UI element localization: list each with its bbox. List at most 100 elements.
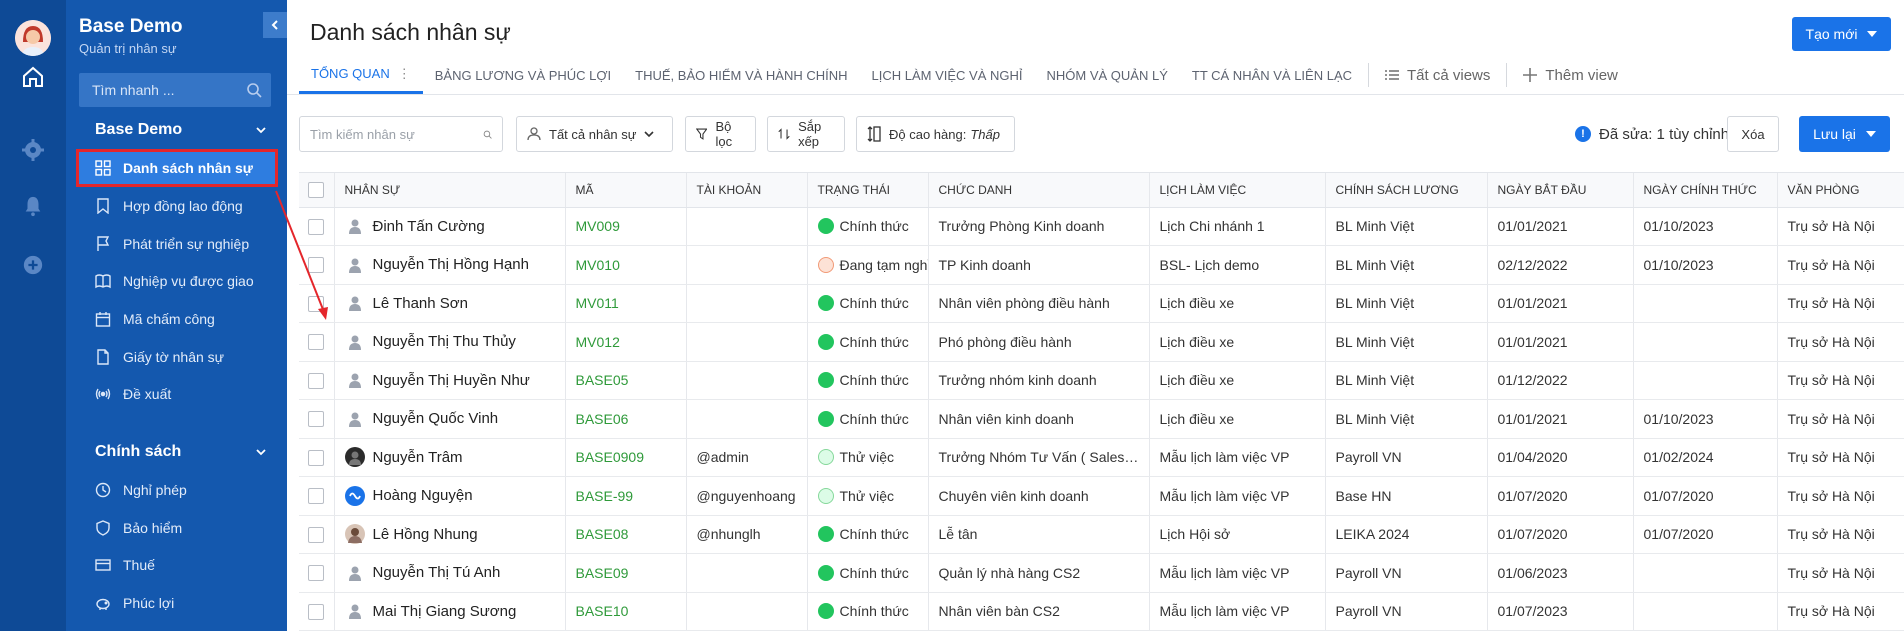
add-circle-icon[interactable] xyxy=(20,252,46,278)
row-height-button[interactable]: Độ cao hàng: Thấp xyxy=(856,116,1015,152)
sidebar-search[interactable]: Tìm nhanh ... xyxy=(79,73,271,107)
row-checkbox[interactable] xyxy=(299,476,335,516)
tab-group-manager[interactable]: NHÓM VÀ QUẢN LÝ xyxy=(1035,56,1180,94)
row-checkbox[interactable] xyxy=(299,553,335,593)
cell-employee[interactable]: Nguyễn Trâm xyxy=(334,438,566,477)
employee-name[interactable]: Nguyễn Thị Thu Thủy xyxy=(373,333,516,350)
cell-office: Trụ sở Hà Nội xyxy=(1777,553,1904,593)
sidebar-item-career[interactable]: Phát triển sự nghiệp xyxy=(79,228,275,260)
tab-schedule[interactable]: LỊCH LÀM VIỆC VÀ NGHỈ xyxy=(860,56,1035,94)
more-vertical-icon[interactable]: ⋮ xyxy=(398,66,411,82)
column-header[interactable]: Mã xyxy=(565,173,687,208)
tab-tax-insurance[interactable]: THUẾ, BẢO HIỂM VÀ HÀNH CHÍNH xyxy=(623,56,859,94)
home-icon[interactable] xyxy=(20,64,46,90)
sidebar-item-employee-list[interactable]: Danh sách nhân sự xyxy=(76,149,278,187)
sidebar-item-leave[interactable]: Nghỉ phép xyxy=(79,474,275,506)
group-base-demo[interactable]: Base Demo xyxy=(95,121,182,139)
row-checkbox[interactable] xyxy=(299,284,335,323)
employee-name[interactable]: Nguyễn Thị Hồng Hạnh xyxy=(373,256,530,273)
cell-employee[interactable]: Nguyễn Thị Hồng Hạnh xyxy=(334,245,566,285)
chevron-down-icon[interactable] xyxy=(255,445,267,463)
row-checkbox[interactable] xyxy=(299,592,335,631)
row-checkbox[interactable] xyxy=(299,322,335,362)
table-row[interactable]: Nguyễn Thị Huyền Như BASE05 Chính thức T… xyxy=(299,361,1904,400)
sidebar-item-timekeeping-code[interactable]: Mã chấm công xyxy=(79,303,275,335)
employee-name[interactable]: Nguyễn Thị Tú Anh xyxy=(373,564,501,581)
sidebar-item-tax[interactable]: Thuế xyxy=(79,549,275,581)
create-new-button[interactable]: Tạo mới xyxy=(1792,17,1891,51)
sidebar-item-insurance[interactable]: Bảo hiểm xyxy=(79,512,275,544)
sidebar-item-assigned-tasks[interactable]: Nghiệp vụ được giao xyxy=(79,265,275,297)
cell-employee[interactable]: Nguyễn Thị Thu Thủy xyxy=(334,322,566,362)
sidebar-item-labor-contract[interactable]: Hợp đồng lao động xyxy=(79,190,275,222)
sidebar-item-proposal[interactable]: Đề xuất xyxy=(79,378,275,410)
table-row[interactable]: Nguyễn Trâm BASE0909 @admin Thử việc Trư… xyxy=(299,438,1904,477)
cell-employee[interactable]: Nguyễn Thị Tú Anh xyxy=(334,553,566,593)
select-all-checkbox[interactable] xyxy=(299,173,335,208)
table-row[interactable]: Đinh Tấn Cường MV009 Chính thức Trưởng P… xyxy=(299,207,1904,246)
row-checkbox[interactable] xyxy=(299,245,335,285)
row-checkbox[interactable] xyxy=(299,399,335,439)
sort-button[interactable]: Sắp xếp xyxy=(767,116,845,152)
status-dot-icon xyxy=(817,487,834,504)
employee-name[interactable]: Mai Thị Giang Sương xyxy=(373,603,517,620)
sidebar-item-benefits[interactable]: Phúc lợi xyxy=(79,587,275,619)
column-header[interactable]: Nhân sự xyxy=(334,173,566,208)
column-header[interactable]: Ngày chính thức xyxy=(1633,173,1778,208)
cell-employee[interactable]: Mai Thị Giang Sương xyxy=(334,592,566,631)
column-header[interactable]: Tài khoản xyxy=(686,173,808,208)
filter-button[interactable]: Bộ lọc xyxy=(685,116,756,152)
sidebar-item-label: Phúc lợi xyxy=(123,595,175,611)
row-checkbox[interactable] xyxy=(299,438,335,477)
column-header[interactable]: Lịch làm việc xyxy=(1149,173,1326,208)
table-row[interactable]: Mai Thị Giang Sương BASE10 Chính thức Nh… xyxy=(299,592,1904,631)
cell-employee[interactable]: Đinh Tấn Cường xyxy=(334,207,566,246)
tab-overview[interactable]: TỔNG QUAN ⋮ xyxy=(299,56,423,94)
column-header[interactable]: Chính sách lương xyxy=(1325,173,1488,208)
collapse-sidebar-button[interactable] xyxy=(263,12,287,38)
employee-name[interactable]: Nguyễn Trâm xyxy=(373,449,463,466)
row-checkbox[interactable] xyxy=(299,515,335,554)
employee-name[interactable]: Đinh Tấn Cường xyxy=(373,218,485,235)
table-row[interactable]: Hoàng Nguyện BASE-99 @nguyenhoang Thử vi… xyxy=(299,476,1904,516)
row-checkbox[interactable] xyxy=(299,361,335,400)
chevron-down-icon[interactable] xyxy=(255,123,267,141)
table-row[interactable]: Lê Thanh Sơn MV011 Chính thức Nhân viên … xyxy=(299,284,1904,323)
tab-payroll[interactable]: BẢNG LƯƠNG VÀ PHÚC LỢI xyxy=(423,56,623,94)
table-row[interactable]: Nguyễn Quốc Vinh BASE06 Chính thức Nhân … xyxy=(299,399,1904,439)
cell-employee[interactable]: Lê Hồng Nhung xyxy=(334,515,566,554)
employee-name[interactable]: Hoàng Nguyện xyxy=(373,487,473,504)
cell-schedule: BSL- Lịch demo xyxy=(1149,245,1326,285)
column-header[interactable]: Chức danh xyxy=(928,173,1150,208)
column-header[interactable]: Ngày bắt đầu xyxy=(1487,173,1634,208)
group-policy[interactable]: Chính sách xyxy=(95,443,181,461)
cell-employee[interactable]: Nguyễn Thị Huyền Như xyxy=(334,361,566,400)
employee-search-input[interactable] xyxy=(310,126,475,142)
add-view-button[interactable]: Thêm view xyxy=(1511,67,1630,84)
cell-employee[interactable]: Hoàng Nguyện xyxy=(334,476,566,516)
column-header[interactable]: Văn phòng xyxy=(1777,173,1904,208)
employee-name[interactable]: Lê Thanh Sơn xyxy=(373,295,468,312)
sidebar-item-documents[interactable]: Giấy tờ nhân sự xyxy=(79,341,275,373)
cell-employee[interactable]: Nguyễn Quốc Vinh xyxy=(334,399,566,439)
employee-filter-dropdown[interactable]: Tất cả nhân sự xyxy=(516,116,673,152)
tab-personal-contact[interactable]: TT CÁ NHÂN VÀ LIÊN LẠC xyxy=(1180,56,1364,94)
clear-button[interactable]: Xóa xyxy=(1727,116,1779,152)
table-row[interactable]: Nguyễn Thị Hồng Hạnh MV010 Đang tạm nghỉ… xyxy=(299,245,1904,285)
save-button[interactable]: Lưu lại xyxy=(1799,116,1890,152)
column-header[interactable]: Trạng thái xyxy=(807,173,929,208)
employee-name[interactable]: Nguyễn Thị Huyền Như xyxy=(373,372,530,389)
table-row[interactable]: Nguyễn Thị Tú Anh BASE09 Chính thức Quản… xyxy=(299,553,1904,593)
user-avatar[interactable] xyxy=(15,20,51,56)
employee-name[interactable]: Nguyễn Quốc Vinh xyxy=(373,410,499,427)
cell-office: Trụ sở Hà Nội xyxy=(1777,515,1904,554)
employee-search[interactable] xyxy=(299,116,503,152)
bell-icon[interactable] xyxy=(20,193,46,219)
employee-name[interactable]: Lê Hồng Nhung xyxy=(373,526,478,543)
cell-employee[interactable]: Lê Thanh Sơn xyxy=(334,284,566,323)
row-checkbox[interactable] xyxy=(299,207,335,246)
settings-icon[interactable] xyxy=(20,137,46,163)
table-row[interactable]: Nguyễn Thị Thu Thủy MV012 Chính thức Phó… xyxy=(299,322,1904,362)
all-views-button[interactable]: Tất cả views xyxy=(1373,67,1502,84)
table-row[interactable]: Lê Hồng Nhung BASE08 @nhunglh Chính thức… xyxy=(299,515,1904,554)
